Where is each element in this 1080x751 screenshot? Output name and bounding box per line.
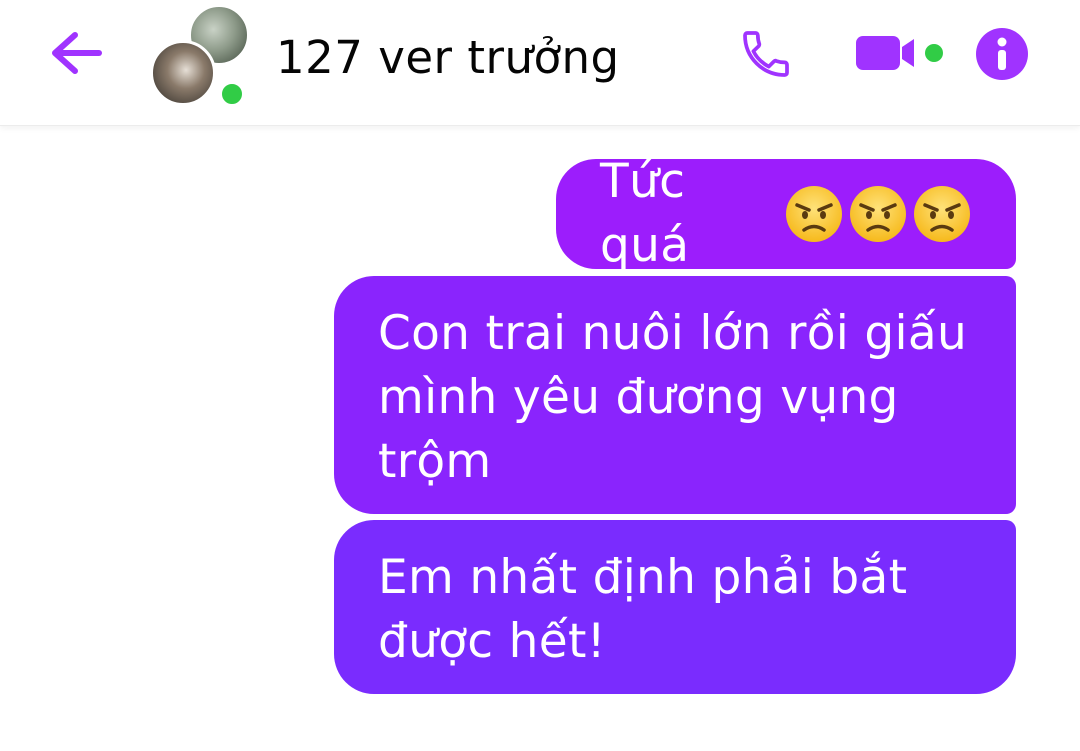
message-text-line: mình yêu đương vụng xyxy=(378,370,899,425)
message-list[interactable]: Tức quá Con trai nuôi lớn rồi giấu mình … xyxy=(0,126,1080,751)
message-text-line: được hết! xyxy=(378,614,606,669)
video-call-button[interactable] xyxy=(852,28,948,78)
arrow-left-icon xyxy=(52,32,102,74)
angry-face-icon xyxy=(786,186,842,242)
chat-header: 127 ver trưởng xyxy=(0,0,1080,126)
message-text-line: trộm xyxy=(378,434,492,489)
conversation-title[interactable]: 127 ver trưởng xyxy=(276,28,620,88)
message-bubble[interactable]: Em nhất định phải bắt được hết! xyxy=(334,520,1016,694)
message-text: Tức quá xyxy=(600,154,690,273)
message-bubble[interactable]: Tức quá xyxy=(556,154,1016,273)
message-text-line: Con trai nuôi lớn rồi giấu xyxy=(378,306,968,361)
phone-icon xyxy=(743,31,789,77)
avatar xyxy=(150,40,216,106)
back-button[interactable] xyxy=(46,28,106,78)
message-text-line: Em nhất định phải bắt xyxy=(378,550,908,605)
voice-call-button[interactable] xyxy=(736,24,796,84)
angry-face-icon xyxy=(850,186,906,242)
info-icon xyxy=(976,28,1028,80)
online-status-dot xyxy=(218,80,246,108)
angry-face-icon xyxy=(914,186,970,242)
info-button[interactable] xyxy=(972,24,1032,84)
message-bubble[interactable]: Con trai nuôi lớn rồi giấu mình yêu đươn… xyxy=(334,276,1016,514)
video-camera-icon xyxy=(856,36,943,70)
contact-avatar-group[interactable] xyxy=(150,4,250,108)
